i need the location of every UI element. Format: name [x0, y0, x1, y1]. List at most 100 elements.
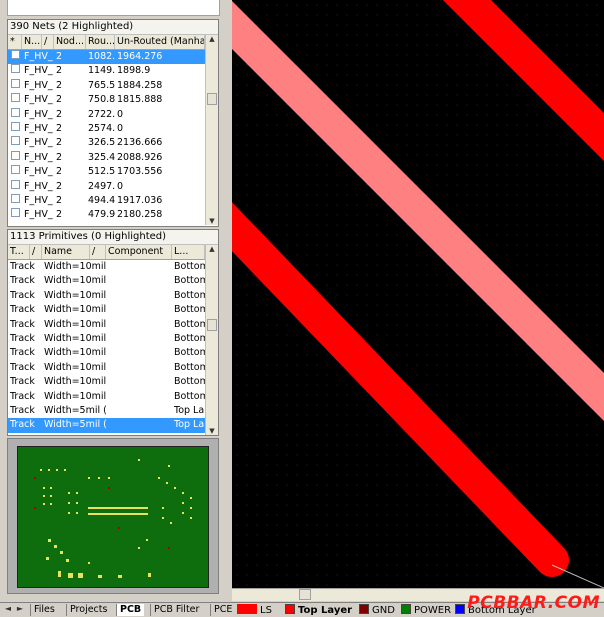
table-row[interactable]: F_HV_2 494.441917.036 [8, 193, 205, 208]
table-row[interactable]: F_HV_2 479.932180.258 [8, 208, 205, 222]
prim-name: Width=10mil (9( [44, 347, 106, 359]
prim-name: Width=10mil (9( [44, 361, 106, 373]
layer-label: GND [372, 605, 395, 616]
prim-name: Width=5mil (34: [44, 404, 106, 416]
table-row[interactable]: F_HV_2 1082.41964.276 [8, 50, 205, 65]
prim-name: Width=10mil (8 [44, 275, 106, 287]
layer-tab-top-layer[interactable]: Top Layer [282, 604, 352, 616]
board-minimap[interactable] [7, 438, 219, 594]
track-top-lower[interactable] [232, 185, 569, 577]
row-checkbox[interactable] [11, 150, 20, 160]
prim-name: Width=10mil (9( [44, 376, 106, 388]
net-name: F_HV_ [24, 65, 53, 77]
table-row[interactable]: Track Width=10mil (9 Bottom [8, 390, 205, 404]
table-row[interactable]: Track Width=5mil (34: Top La [8, 404, 205, 418]
col-sort[interactable]: / [30, 245, 42, 259]
nets-panel: 390 Nets (2 Highlighted) * N... / Nod...… [7, 19, 219, 227]
net-routed: 1082.4 [88, 51, 115, 62]
prim-type: Track [10, 275, 35, 287]
col-unrouted[interactable]: Un-Routed (Manha... [115, 35, 205, 49]
prim-name: Width=10mil (8( [44, 261, 106, 272]
primitives-scroll-thumb[interactable] [207, 319, 217, 331]
prim-layer: Bottom [174, 304, 205, 316]
row-checkbox[interactable] [11, 136, 20, 146]
table-row[interactable]: F_HV_2 2722.20 [8, 107, 205, 122]
pcb-canvas[interactable] [232, 0, 604, 588]
net-name: F_HV_ [24, 137, 53, 149]
scroll-down-icon[interactable]: ▼ [206, 427, 218, 435]
row-checkbox[interactable] [11, 78, 20, 88]
tab-pcb[interactable]: PCB [116, 604, 145, 616]
col-routed[interactable]: Rou... [86, 35, 115, 49]
net-nodes: 2 [56, 65, 63, 77]
canvas-scroll-thumb[interactable] [299, 589, 311, 600]
col-nodes[interactable]: Nod... [54, 35, 86, 49]
tab-right-icon[interactable]: ► [14, 604, 26, 613]
table-row[interactable]: F_HV_2 1149.61898.9 [8, 64, 205, 78]
table-row[interactable]: F_HV_2 765.591884.258 [8, 78, 205, 93]
table-row[interactable]: Track Width=10mil (8(Bottom [8, 318, 205, 332]
row-checkbox[interactable] [11, 208, 20, 218]
tab-pcb-filter[interactable]: PCB Filter [150, 604, 202, 616]
row-checkbox[interactable] [11, 121, 20, 131]
table-row[interactable]: F_HV_2 2574.20 [8, 121, 205, 136]
table-row[interactable]: Track Width=10mil (9(Bottom [8, 346, 205, 360]
table-row[interactable]: Track Width=10mil (8(Bottom [8, 260, 205, 274]
nets-scroll-thumb[interactable] [207, 93, 217, 105]
net-routed: 512.57 [88, 166, 115, 178]
track-top-right[interactable] [427, 0, 604, 185]
table-row[interactable]: Track Width=10mil (8(Bottom [8, 289, 205, 303]
row-checkbox[interactable] [11, 93, 20, 103]
net-unrouted: 2136.666 [117, 137, 163, 149]
row-checkbox[interactable] [11, 165, 20, 175]
table-row[interactable]: Track Width=5mil (34: Top La [8, 418, 205, 433]
net-unrouted: 1815.888 [117, 94, 163, 106]
scroll-down-icon[interactable]: ▼ [206, 217, 218, 225]
table-row[interactable]: Track Width=10mil (8(Bottom [8, 332, 205, 346]
net-name: F_HV_ [24, 79, 53, 91]
table-row[interactable]: F_HV_2 326.512136.666 [8, 136, 205, 150]
pcb-traces [232, 0, 604, 588]
table-row[interactable]: F_HV_2 2497.60 [8, 179, 205, 194]
row-checkbox[interactable] [11, 50, 20, 59]
tab-projects[interactable]: Projects [66, 604, 110, 616]
tab-left-icon[interactable]: ◄ [2, 604, 14, 613]
col-sort[interactable]: / [90, 245, 106, 259]
row-checkbox[interactable] [11, 107, 20, 117]
table-row[interactable]: F_HV_2 325.462088.926 [8, 150, 205, 165]
scroll-up-icon[interactable]: ▲ [206, 35, 218, 43]
table-row[interactable]: F_HV_2 750.811815.888 [8, 93, 205, 107]
net-nodes: 2 [56, 194, 63, 206]
col-checkbox[interactable]: * [8, 35, 22, 49]
primitives-table-header: T... / Name / Component L... [8, 245, 205, 260]
layer-tab-gnd[interactable]: GND [356, 604, 395, 616]
col-component[interactable]: Component [106, 245, 172, 259]
layer-tab-ls[interactable]: LS [234, 604, 272, 616]
table-row[interactable]: Track Width=10mil (8(Bottom [8, 303, 205, 317]
col-layer[interactable]: L... [172, 245, 205, 259]
primitives-panel: 1113 Primitives (0 Highlighted) T... / N… [7, 229, 219, 436]
prim-name: Width=10mil (8( [44, 304, 106, 316]
net-unrouted: 2180.258 [117, 209, 163, 221]
tab-files[interactable]: Files [30, 604, 58, 616]
row-checkbox[interactable] [11, 193, 20, 203]
col-name[interactable]: N... [22, 35, 42, 49]
row-checkbox[interactable] [11, 64, 20, 74]
table-row[interactable]: F_HV_2 512.571703.556 [8, 165, 205, 179]
net-name: F_HV_ [24, 94, 53, 106]
col-sort[interactable]: / [42, 35, 54, 49]
layer-tab-power[interactable]: POWER [398, 604, 451, 616]
scroll-up-icon[interactable]: ▲ [206, 245, 218, 253]
table-row[interactable]: Track Width=10mil (9(Bottom [8, 361, 205, 375]
col-type[interactable]: T... [8, 245, 30, 259]
row-checkbox[interactable] [11, 179, 20, 189]
filter-box[interactable] [7, 0, 220, 16]
table-row[interactable]: Track Width=10mil (9(Bottom [8, 375, 205, 389]
prim-layer: Bottom [174, 376, 205, 388]
prim-type: Track [10, 390, 35, 402]
prim-name: Width=10mil (8( [44, 289, 106, 301]
primitives-scrollbar[interactable]: ▲ ▼ [205, 245, 218, 435]
table-row[interactable]: Track Width=10mil (8 Bottom [8, 274, 205, 288]
col-prim-name[interactable]: Name [42, 245, 90, 259]
nets-scrollbar[interactable]: ▲ ▼ [205, 35, 218, 225]
